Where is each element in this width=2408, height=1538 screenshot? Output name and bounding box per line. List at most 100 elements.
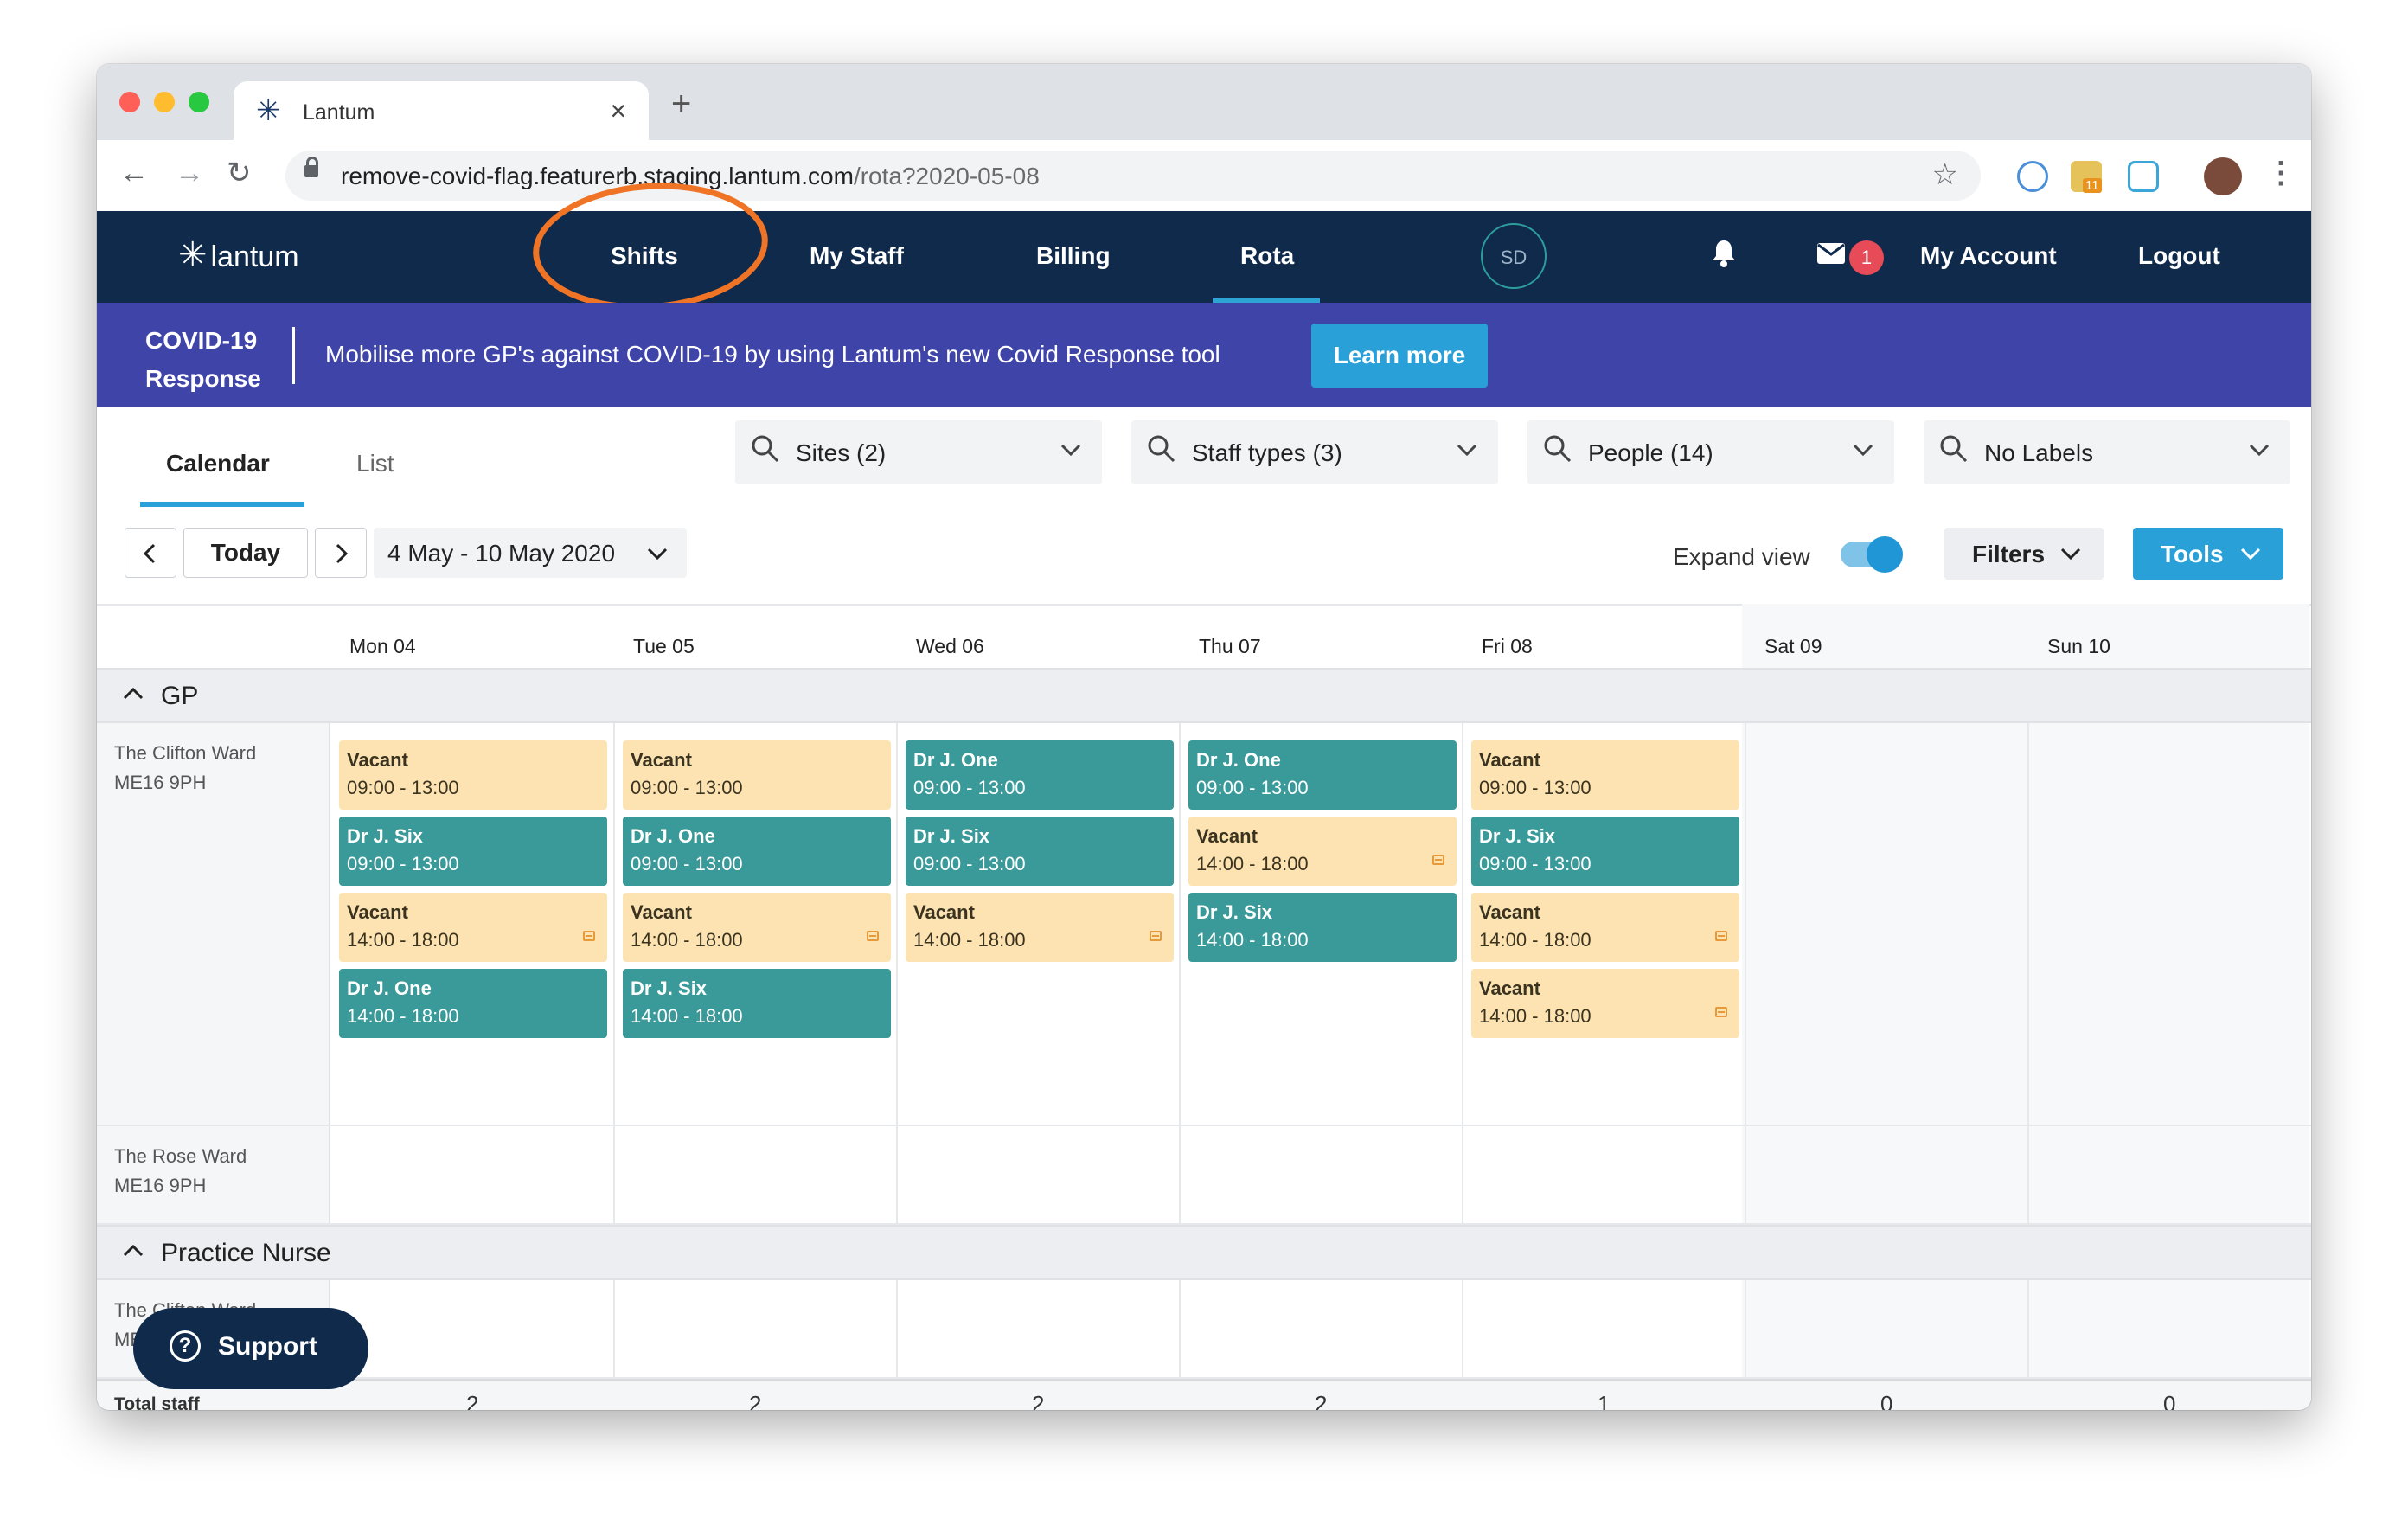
bell-icon[interactable] bbox=[1711, 239, 1737, 272]
location-row: The Rose Ward ME16 9PH bbox=[97, 1126, 2311, 1225]
lantum-favicon-icon: ✳ bbox=[256, 94, 281, 127]
shift-assignee: Dr J. Six bbox=[1479, 825, 1556, 847]
shift-assignee: Dr J. Six bbox=[631, 977, 708, 999]
sites-filter[interactable]: Sites (2) bbox=[735, 420, 1102, 484]
labels-filter[interactable]: No Labels bbox=[1924, 420, 2290, 484]
support-button[interactable]: ? Support bbox=[133, 1308, 368, 1389]
search-icon bbox=[752, 435, 779, 463]
column-divider bbox=[2027, 1280, 2029, 1379]
new-tab-icon[interactable]: + bbox=[671, 87, 691, 121]
zoom-window-button[interactable] bbox=[189, 92, 209, 112]
location-postcode: ME16 9PH bbox=[114, 772, 207, 793]
react-devtools-icon[interactable] bbox=[2128, 161, 2159, 192]
shift-card[interactable]: Dr J. One 14:00 - 18:00 bbox=[339, 969, 607, 1038]
address-bar[interactable]: remove-covid-flag.featurerb.staging.lant… bbox=[285, 151, 1981, 201]
section-practice-nurse[interactable]: Practice Nurse bbox=[97, 1225, 2311, 1280]
shift-time: 14:00 - 18:00 bbox=[1196, 853, 1309, 875]
column-divider bbox=[1179, 723, 1181, 1126]
chevron-down-icon bbox=[1457, 444, 1477, 457]
vacant-shift-card[interactable]: Vacant 14:00 - 18:00 bbox=[623, 893, 891, 962]
forward-icon[interactable]: → bbox=[175, 156, 204, 190]
shift-card[interactable]: Dr J. One 09:00 - 13:00 bbox=[1188, 740, 1457, 810]
app-nav: ✳ lantum Shifts My Staff Billing Rota SD … bbox=[97, 211, 2311, 303]
previous-week-button[interactable] bbox=[125, 528, 176, 578]
column-divider bbox=[896, 723, 898, 1126]
vacant-shift-card[interactable]: Vacant 14:00 - 18:00 bbox=[1471, 969, 1739, 1038]
shift-card[interactable]: Dr J. Six 09:00 - 13:00 bbox=[1471, 817, 1739, 886]
avatar[interactable]: SD bbox=[1481, 223, 1547, 289]
shift-card[interactable]: Dr J. One 09:00 - 13:00 bbox=[906, 740, 1174, 810]
location-cell: The Rose Ward ME16 9PH bbox=[97, 1126, 330, 1223]
shift-time: 09:00 - 13:00 bbox=[1196, 777, 1309, 798]
nav-logout[interactable]: Logout bbox=[2138, 242, 2220, 270]
vacant-shift-card[interactable]: Vacant 09:00 - 13:00 bbox=[339, 740, 607, 810]
mail-icon[interactable] bbox=[1816, 242, 1846, 269]
profile-avatar[interactable] bbox=[2204, 157, 2242, 195]
browser-tab[interactable]: ✳ Lantum × bbox=[234, 81, 649, 140]
section-gp[interactable]: GP bbox=[97, 668, 2311, 723]
extension-badge-icon[interactable]: 11 bbox=[2071, 161, 2102, 193]
back-icon[interactable]: ← bbox=[119, 156, 149, 190]
nav-my-account[interactable]: My Account bbox=[1920, 242, 2057, 270]
shift-card[interactable]: Dr J. Six 09:00 - 13:00 bbox=[906, 817, 1174, 886]
total-value: 0 bbox=[1880, 1391, 1893, 1410]
location-cell: The Clifton Ward ME16 9PH bbox=[97, 723, 330, 1125]
shift-card[interactable]: Dr J. Six 09:00 - 13:00 bbox=[339, 817, 607, 886]
day-header: Fri 08 bbox=[1482, 635, 1533, 657]
learn-more-button[interactable]: Learn more bbox=[1311, 324, 1488, 388]
reload-icon[interactable]: ↻ bbox=[227, 156, 252, 190]
column-divider bbox=[1179, 1126, 1181, 1225]
lantum-logo[interactable]: ✳ lantum bbox=[178, 235, 299, 275]
vacant-shift-card[interactable]: Vacant 09:00 - 13:00 bbox=[623, 740, 891, 810]
total-value: 2 bbox=[466, 1391, 479, 1410]
expand-view-toggle[interactable] bbox=[1841, 536, 1903, 573]
tab-list[interactable]: List bbox=[356, 450, 394, 477]
filters-button[interactable]: Filters bbox=[1944, 528, 2104, 580]
vacant-shift-card[interactable]: Vacant 14:00 - 18:00 bbox=[1471, 893, 1739, 962]
today-button[interactable]: Today bbox=[183, 528, 308, 578]
next-week-button[interactable] bbox=[315, 528, 367, 578]
day-header: Mon 04 bbox=[349, 635, 416, 657]
extension-icon[interactable] bbox=[2017, 161, 2048, 192]
shift-card[interactable]: Dr J. Six 14:00 - 18:00 bbox=[1188, 893, 1457, 962]
banner-title: COVID-19 Response bbox=[145, 327, 261, 392]
shift-assignee: Vacant bbox=[631, 749, 692, 771]
shift-assignee: Dr J. One bbox=[1196, 749, 1281, 771]
location-postcode: ME16 9PH bbox=[114, 1175, 207, 1196]
staff-types-filter[interactable]: Staff types (3) bbox=[1131, 420, 1498, 484]
shift-assignee: Vacant bbox=[1196, 825, 1258, 847]
tab-title: Lantum bbox=[303, 100, 375, 125]
browser-menu-icon[interactable]: ⋮ bbox=[2266, 156, 2296, 190]
nav-rota[interactable]: Rota bbox=[1240, 242, 1294, 270]
column-divider bbox=[1745, 1126, 1746, 1225]
total-value: 2 bbox=[1032, 1391, 1045, 1410]
vacant-shift-card[interactable]: Vacant 14:00 - 18:00 bbox=[1188, 817, 1457, 886]
nav-my-staff[interactable]: My Staff bbox=[810, 242, 904, 270]
vacant-shift-card[interactable]: Vacant 14:00 - 18:00 bbox=[339, 893, 607, 962]
chevron-left-icon bbox=[143, 543, 156, 564]
tools-button[interactable]: Tools bbox=[2133, 528, 2283, 580]
vacant-shift-card[interactable]: Vacant 09:00 - 13:00 bbox=[1471, 740, 1739, 810]
vacant-shift-card[interactable]: Vacant 14:00 - 18:00 bbox=[906, 893, 1174, 962]
date-range-picker[interactable]: 4 May - 10 May 2020 bbox=[374, 528, 687, 578]
people-filter[interactable]: People (14) bbox=[1527, 420, 1894, 484]
banner-message: Mobilise more GP's against COVID-19 by u… bbox=[325, 341, 1220, 368]
column-divider bbox=[1745, 723, 1746, 1126]
tab-calendar[interactable]: Calendar bbox=[166, 450, 270, 477]
nav-billing[interactable]: Billing bbox=[1036, 242, 1111, 270]
column-divider bbox=[1179, 1280, 1181, 1379]
column-divider bbox=[1745, 1280, 1746, 1379]
shift-card[interactable]: Dr J. One 09:00 - 13:00 bbox=[623, 817, 891, 886]
shift-card[interactable]: Dr J. Six 14:00 - 18:00 bbox=[623, 969, 891, 1038]
column-divider bbox=[896, 1126, 898, 1225]
published-icon bbox=[1432, 855, 1444, 865]
column-divider bbox=[2027, 1126, 2029, 1225]
close-window-button[interactable] bbox=[119, 92, 140, 112]
shift-time: 14:00 - 18:00 bbox=[1479, 1005, 1591, 1027]
bookmark-star-icon[interactable]: ☆ bbox=[1932, 157, 1958, 192]
shift-assignee: Vacant bbox=[913, 901, 975, 923]
close-tab-icon[interactable]: × bbox=[610, 95, 626, 127]
shift-time: 14:00 - 18:00 bbox=[347, 1005, 459, 1027]
shift-time: 09:00 - 13:00 bbox=[1479, 853, 1591, 875]
minimize-window-button[interactable] bbox=[154, 92, 175, 112]
